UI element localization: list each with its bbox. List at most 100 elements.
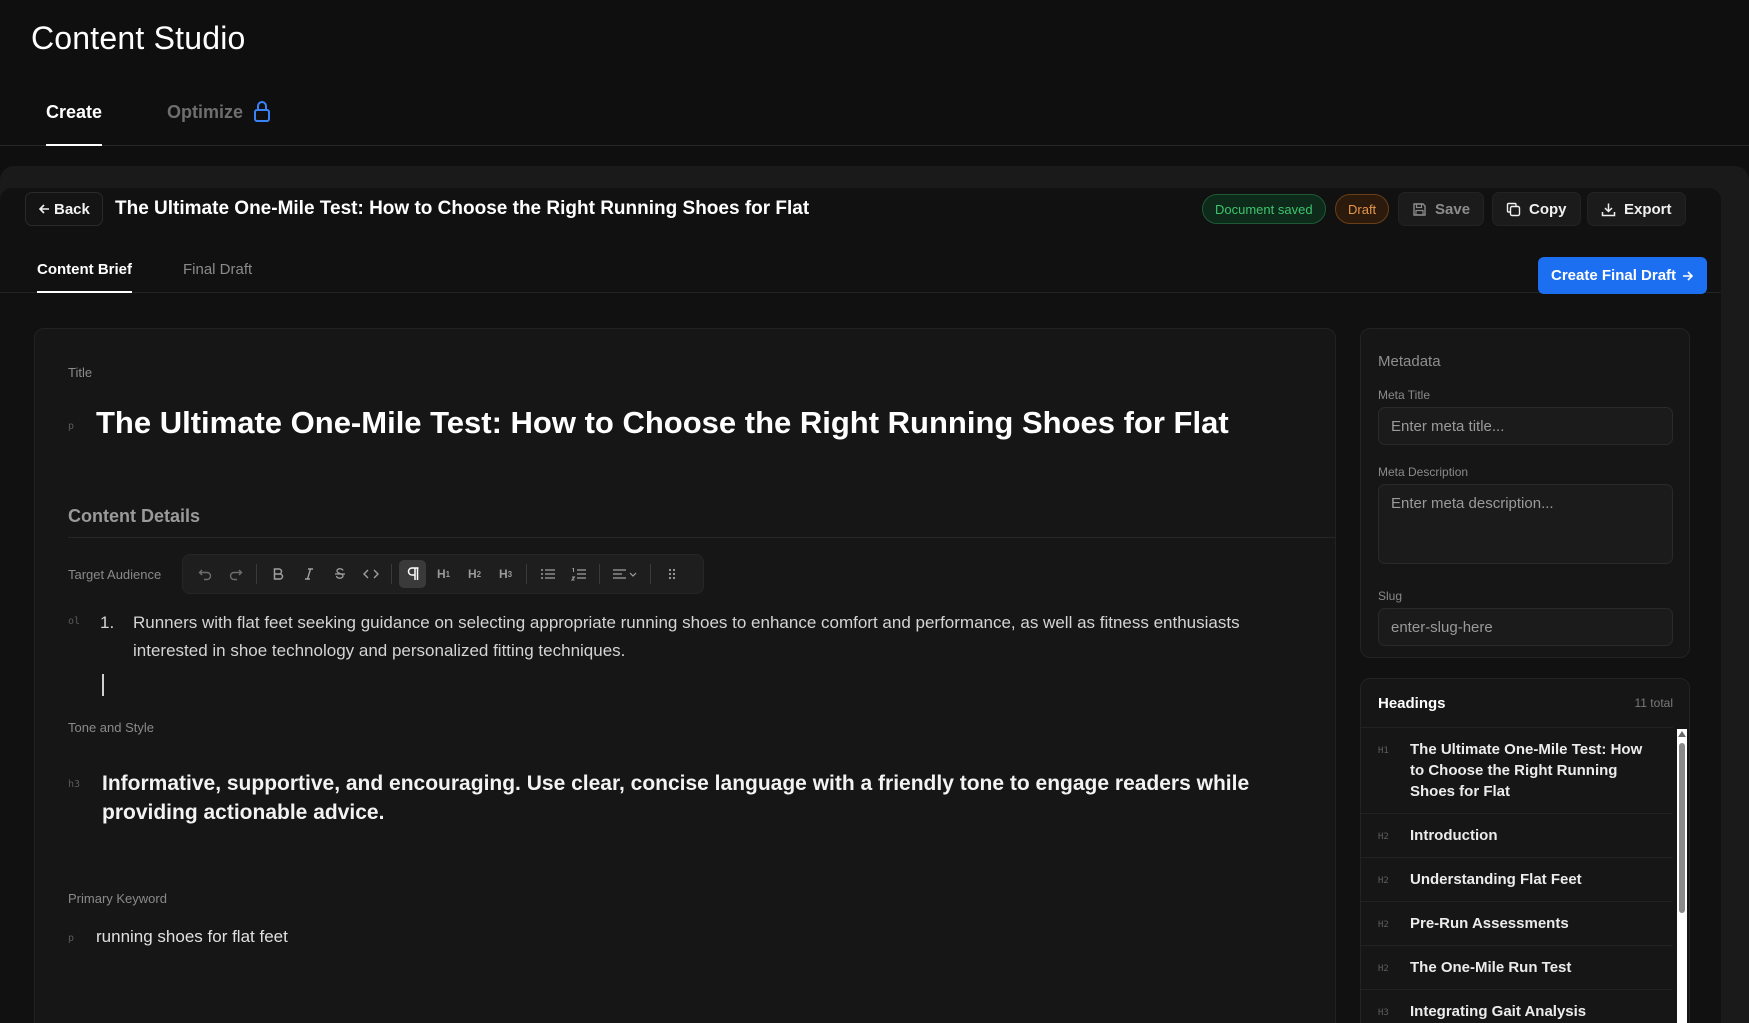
heading-3-letter: H — [498, 567, 508, 581]
tone-style-text[interactable]: Informative, supportive, and encouraging… — [102, 769, 1292, 827]
tone-style-label: Tone and Style — [68, 720, 155, 735]
divider — [68, 537, 1335, 538]
arrow-right-icon — [1683, 270, 1694, 281]
title-label: Title — [68, 365, 93, 380]
heading-text: The One-Mile Run Test — [1410, 959, 1572, 976]
align-left-icon — [613, 569, 637, 579]
create-final-draft-button[interactable]: Create Final Draft — [1538, 257, 1708, 294]
redo-button[interactable] — [222, 560, 249, 588]
save-label: Save — [1435, 200, 1471, 218]
ordered-list-tag: ol — [68, 616, 81, 627]
code-icon — [362, 569, 379, 579]
heading-level-badge: H1 — [1378, 746, 1389, 756]
content-details-heading: Content Details — [68, 506, 201, 526]
arrow-left-icon — [38, 204, 49, 214]
align-dropdown-button[interactable] — [607, 560, 643, 588]
status-badge-saved: Document saved — [1202, 194, 1326, 224]
heading-text: Pre-Run Assessments — [1410, 915, 1569, 932]
meta-title-input[interactable] — [1378, 407, 1673, 445]
headings-scrollbar[interactable] — [1677, 729, 1687, 1023]
heading-2-sub: 2 — [476, 569, 482, 579]
tab-create-label: Create — [46, 102, 103, 122]
slug-label: Slug — [1378, 589, 1403, 603]
redo-icon — [229, 569, 242, 581]
app-title: Content Studio — [31, 20, 246, 56]
copy-icon — [1506, 202, 1521, 216]
heading-1-letter: H — [436, 567, 446, 581]
slug-input[interactable] — [1378, 608, 1673, 646]
scroll-up-arrow-icon[interactable] — [1678, 731, 1686, 737]
copy-button[interactable]: Copy — [1492, 192, 1581, 226]
heading-2-letter: H — [467, 567, 477, 581]
toolbar-separator — [256, 564, 257, 584]
target-audience-label: Target Audience — [68, 567, 162, 582]
primary-keyword-label: Primary Keyword — [68, 891, 167, 906]
heading-text: Introduction — [1410, 827, 1498, 844]
document-panel: Back The Ultimate One-Mile Test: How to … — [0, 188, 1721, 1023]
top-tab-bar: Create Optimize — [0, 90, 1749, 146]
undo-icon — [198, 569, 211, 581]
title-field[interactable]: The Ultimate One-Mile Test: How to Choos… — [96, 405, 1229, 441]
bold-button[interactable] — [264, 560, 291, 588]
toolbar-separator — [526, 564, 527, 584]
heading-list-item[interactable]: H2 Introduction — [1361, 813, 1673, 857]
content-brief-editor: Title p The Ultimate One-Mile Test: How … — [34, 328, 1336, 1023]
tab-create[interactable]: Create — [46, 102, 103, 146]
list-item-number: 1. — [100, 613, 115, 632]
heading-level-badge: H2 — [1378, 832, 1389, 842]
heading-list-item[interactable]: H1 The Ultimate One-Mile Test: How to Ch… — [1361, 727, 1673, 813]
strikethrough-button[interactable] — [326, 560, 353, 588]
pilcrow-icon — [407, 567, 418, 580]
heading-1-button[interactable]: H1 — [430, 560, 457, 588]
heading-list-item[interactable]: H2 The One-Mile Run Test — [1361, 945, 1673, 989]
export-button[interactable]: Export — [1587, 192, 1686, 226]
status-badge-draft: Draft — [1335, 194, 1390, 224]
tab-optimize[interactable]: Optimize — [167, 101, 271, 146]
document-title: The Ultimate One-Mile Test: How to Choos… — [115, 198, 810, 219]
save-button[interactable]: Save — [1398, 192, 1485, 226]
heading-text: The Ultimate One-Mile Test: How to Choos… — [1410, 741, 1643, 800]
bold-icon — [273, 568, 283, 580]
back-button[interactable]: Back — [25, 192, 103, 226]
heading-2-button[interactable]: H2 — [461, 560, 488, 588]
paragraph-tag: p — [68, 421, 75, 432]
formatting-toolbar: H1 H2 H3 — [182, 554, 704, 594]
paragraph-button[interactable] — [399, 560, 426, 588]
metadata-card: Metadata Meta Title Meta Description Slu… — [1360, 328, 1690, 658]
numbered-list-button[interactable] — [565, 560, 592, 588]
bullet-list-button[interactable] — [534, 560, 561, 588]
headings-list: H1 The Ultimate One-Mile Test: How to Ch… — [1361, 727, 1673, 1023]
scrollbar-thumb[interactable] — [1679, 743, 1685, 913]
meta-title-label: Meta Title — [1378, 388, 1431, 402]
copy-label: Copy — [1529, 200, 1567, 218]
headings-count: 11 total — [1634, 696, 1673, 710]
heading-text: Understanding Flat Feet — [1410, 871, 1582, 888]
paragraph-tag: p — [68, 933, 75, 944]
heading-3-sub: 3 — [507, 569, 513, 579]
target-audience-text[interactable]: Runners with flat feet seeking guidance … — [133, 609, 1303, 665]
heading-3-button[interactable]: H3 — [492, 560, 519, 588]
heading-list-item[interactable]: H2 Understanding Flat Feet — [1361, 857, 1673, 901]
heading-list-item[interactable]: H2 Pre-Run Assessments — [1361, 901, 1673, 945]
italic-icon — [304, 568, 313, 580]
toolbar-separator — [650, 564, 651, 584]
strikethrough-icon — [334, 568, 345, 579]
workspace-panel: Back The Ultimate One-Mile Test: How to … — [0, 166, 1749, 1023]
document-tab-bar: Content Brief Final Draft — [0, 248, 1721, 293]
document-header: Back The Ultimate One-Mile Test: How to … — [25, 190, 1686, 230]
italic-button[interactable] — [295, 560, 322, 588]
meta-description-input[interactable] — [1378, 484, 1673, 564]
undo-button[interactable] — [191, 560, 218, 588]
primary-keyword-text[interactable]: running shoes for flat feet — [96, 927, 288, 947]
headings-title: Headings — [1378, 695, 1446, 712]
headings-card: Headings 11 total H1 The Ultimate One-Mi… — [1360, 678, 1690, 1023]
heading-level-badge: H2 — [1378, 920, 1389, 930]
code-button[interactable] — [357, 560, 384, 588]
heading-list-item[interactable]: H3 Integrating Gait Analysis — [1361, 989, 1673, 1023]
drag-handle[interactable] — [658, 560, 685, 588]
tab-final-draft[interactable]: Final Draft — [183, 261, 252, 293]
numbered-list-icon — [570, 568, 586, 581]
heading-level-badge: H2 — [1378, 876, 1389, 886]
meta-description-label: Meta Description — [1378, 465, 1469, 479]
tab-content-brief[interactable]: Content Brief — [37, 261, 132, 293]
